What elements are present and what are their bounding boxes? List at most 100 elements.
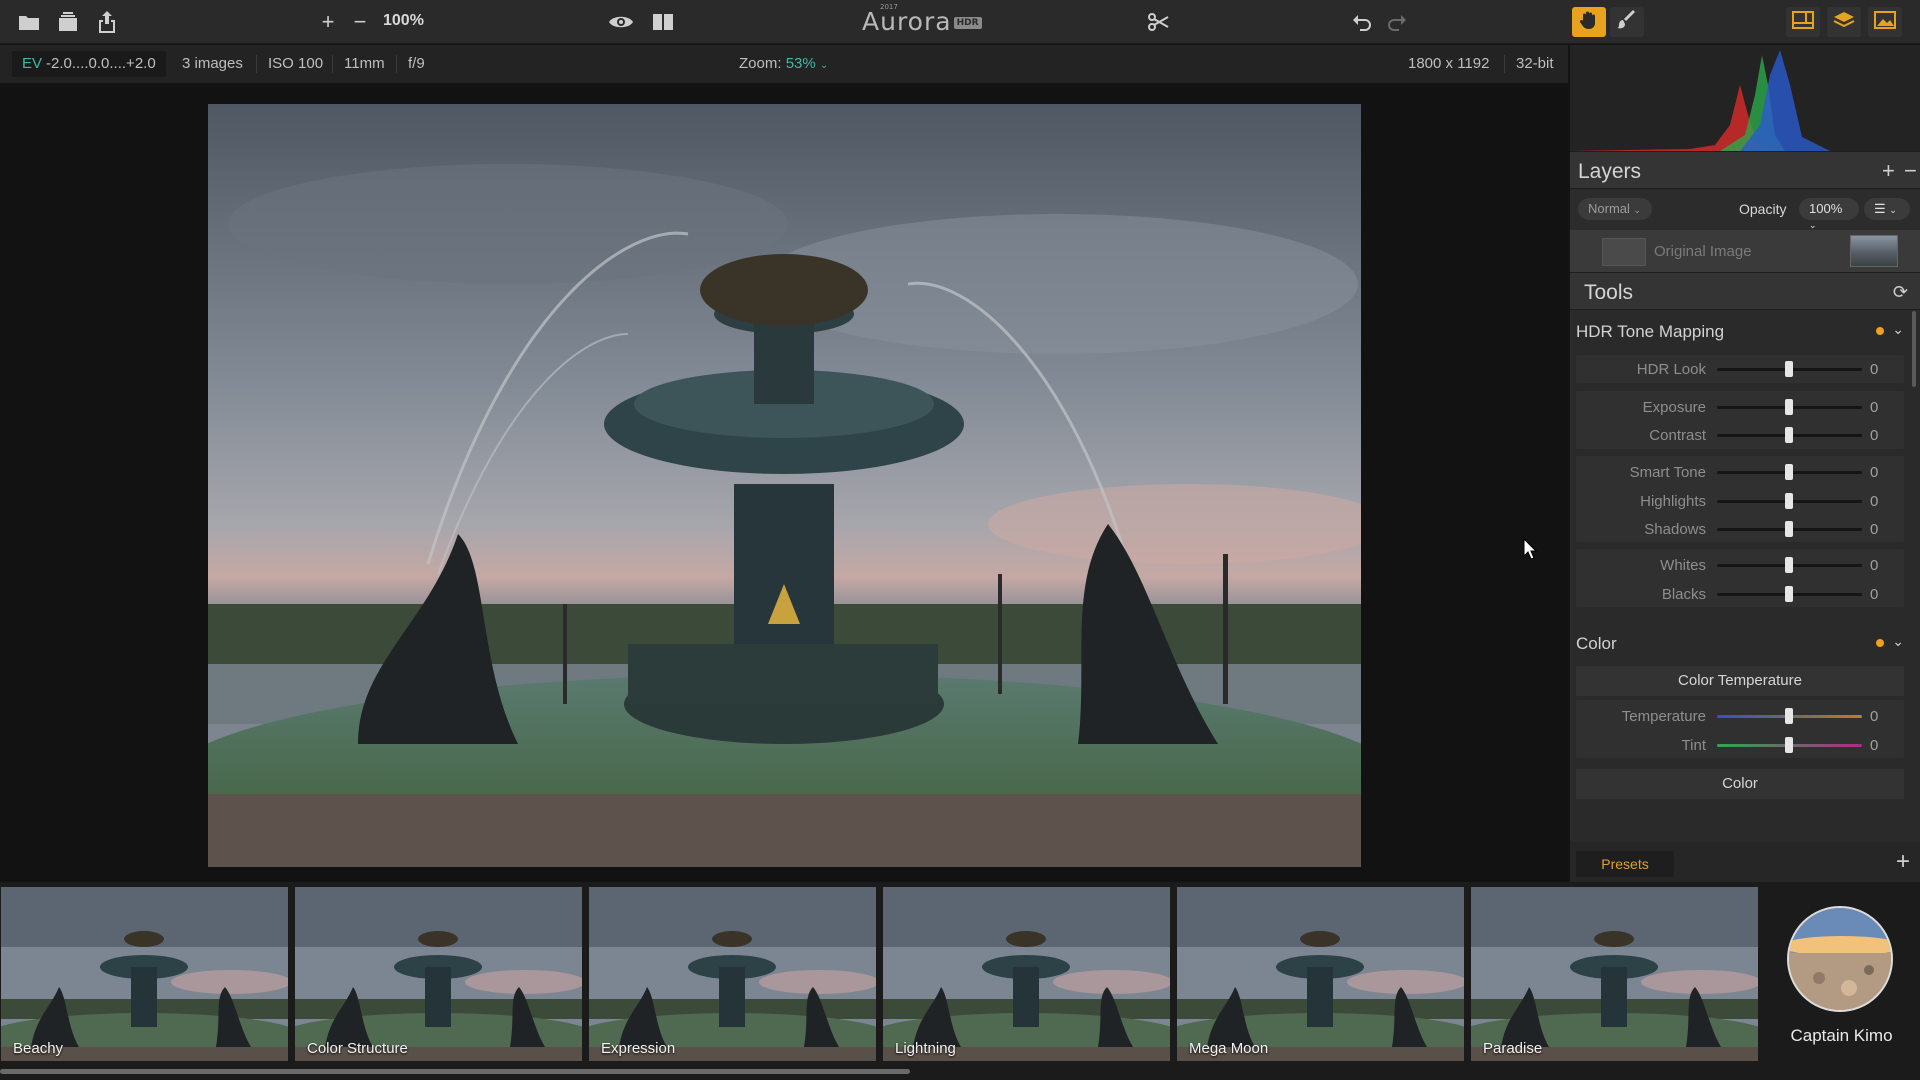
divider (256, 55, 257, 73)
app-window: + − 100% 2017 Aurora HDR EV -2.0....0.0.… (0, 0, 1920, 1080)
preset-label: Lightning (895, 1040, 956, 1057)
app-year: 2017 (880, 3, 898, 11)
slider-group: Whites 0 Blacks 0 (1576, 549, 1904, 607)
layers-stack-icon[interactable] (54, 8, 82, 36)
slider-exposure[interactable]: Exposure 0 (1576, 393, 1904, 421)
chevron-down-icon: ⌄ (1633, 205, 1642, 215)
group-hdr-tone-mapping[interactable]: HDR Tone Mapping ⌄ (1576, 311, 1908, 351)
active-indicator-icon (1876, 639, 1884, 647)
slider-handle[interactable] (1785, 708, 1793, 724)
right-panel: Layers + − Normal ⌄ Opacity 100% ⌄ ☰ ⌄ O… (1570, 45, 1920, 882)
image-canvas[interactable] (0, 84, 1568, 882)
slider-hdr-look[interactable]: HDR Look 0 (1576, 355, 1904, 383)
color-temperature-section[interactable]: Color Temperature (1576, 666, 1904, 696)
slider-handle[interactable] (1785, 464, 1793, 480)
layer-mask-thumbnail[interactable] (1602, 238, 1646, 266)
slider-handle[interactable] (1785, 399, 1793, 415)
export-icon[interactable] (93, 8, 121, 36)
slider-label: Exposure (1642, 399, 1706, 416)
slider-whites[interactable]: Whites 0 (1576, 551, 1904, 579)
slider-handle[interactable] (1785, 493, 1793, 509)
presets-bar: Presets + (1570, 842, 1920, 882)
slider-value[interactable]: 0 (1870, 464, 1878, 481)
slider-handle[interactable] (1785, 557, 1793, 573)
layer-menu-button[interactable]: ☰ ⌄ (1864, 198, 1910, 220)
image-panel-button[interactable] (1868, 7, 1902, 37)
chevron-down-icon[interactable]: ⌄ (1892, 321, 1904, 338)
brush-tool-button[interactable] (1610, 7, 1644, 37)
slider-label: Shadows (1644, 521, 1706, 538)
folder-icon[interactable] (15, 8, 43, 36)
tools-scroll-area[interactable]: HDR Tone Mapping ⌄ HDR Look 0 Exposure 0 (1570, 311, 1920, 851)
blend-mode-select[interactable]: Normal ⌄ (1578, 198, 1652, 220)
filmstrip-scrollbar[interactable] (0, 1069, 910, 1074)
layer-image-thumbnail[interactable] (1850, 235, 1898, 267)
slider-tint[interactable]: Tint 0 (1576, 731, 1904, 759)
slider-value[interactable]: 0 (1870, 493, 1878, 510)
slider-group: Exposure 0 Contrast 0 (1576, 391, 1904, 449)
slider-value[interactable]: 0 (1870, 737, 1878, 754)
slider-handle[interactable] (1785, 427, 1793, 443)
slider-value[interactable]: 0 (1870, 708, 1878, 725)
undo-icon[interactable] (1348, 8, 1376, 36)
tools-scrollbar[interactable] (1912, 311, 1916, 387)
redo-icon[interactable] (1383, 8, 1411, 36)
slider-value[interactable]: 0 (1870, 521, 1878, 538)
layout-toggle-button[interactable] (1786, 7, 1820, 37)
scissors-icon[interactable] (1145, 8, 1173, 36)
slider-handle[interactable] (1785, 586, 1793, 602)
preset-thumbnail[interactable]: Mega Moon (1177, 887, 1464, 1061)
brush-icon (1617, 9, 1637, 35)
divider (396, 55, 397, 73)
slider-value[interactable]: 0 (1870, 399, 1878, 416)
slider-blacks[interactable]: Blacks 0 (1576, 580, 1904, 608)
presets-filmstrip[interactable]: Beachy Color Structure Expression Lightning… (0, 882, 1920, 1080)
preset-pack-author[interactable]: Captain Kimo (1763, 882, 1920, 1072)
chevron-down-icon[interactable]: ⌄ (1892, 633, 1904, 650)
app-badge: HDR (953, 17, 982, 29)
ev-range-badge[interactable]: EV -2.0....0.0....+2.0 (12, 51, 166, 77)
slider-highlights[interactable]: Highlights 0 (1576, 487, 1904, 515)
group-color[interactable]: Color ⌄ (1576, 623, 1908, 663)
preset-thumbnail[interactable]: Lightning (883, 887, 1170, 1061)
main-photo[interactable] (208, 104, 1361, 867)
author-name: Captain Kimo (1790, 1026, 1893, 1045)
opacity-select[interactable]: 100% ⌄ (1799, 198, 1859, 230)
slider-temperature[interactable]: Temperature 0 (1576, 702, 1904, 730)
layers-panel-button[interactable] (1827, 7, 1861, 37)
slider-shadows[interactable]: Shadows 0 (1576, 515, 1904, 543)
eye-icon[interactable] (607, 8, 635, 36)
layer-item[interactable]: Original Image (1570, 230, 1920, 272)
layers-icon (1833, 11, 1855, 34)
slider-value[interactable]: 0 (1870, 586, 1878, 603)
zoom-level[interactable]: 100% (383, 12, 424, 30)
color-section[interactable]: Color (1576, 769, 1904, 799)
slider-handle[interactable] (1785, 521, 1793, 537)
preset-thumbnail[interactable]: Expression (589, 887, 876, 1061)
slider-value[interactable]: 0 (1870, 361, 1878, 378)
slider-smart-tone[interactable]: Smart Tone 0 (1576, 458, 1904, 486)
slider-handle[interactable] (1785, 361, 1793, 377)
sync-icon[interactable]: ⟳ (1893, 282, 1908, 303)
avatar[interactable] (1787, 906, 1893, 1012)
preset-thumbnail[interactable]: Beachy (1, 887, 288, 1061)
presets-tab[interactable]: Presets (1576, 851, 1674, 877)
image-info-bar: EV -2.0....0.0....+2.0 3 images ISO 100 1… (0, 45, 1568, 83)
zoom-control[interactable]: Zoom: 53% ⌄ (739, 55, 828, 72)
slider-contrast[interactable]: Contrast 0 (1576, 421, 1904, 449)
slider-handle[interactable] (1785, 737, 1793, 753)
preset-thumbnail[interactable]: Color Structure (295, 887, 582, 1061)
add-preset-button[interactable]: + (1896, 848, 1910, 876)
add-layer-button[interactable]: + (1882, 158, 1895, 184)
slider-label: Smart Tone (1629, 464, 1706, 481)
zoom-in-icon[interactable]: + (314, 8, 342, 36)
split-view-icon[interactable] (649, 8, 677, 36)
histogram (1570, 45, 1920, 151)
preset-thumbnail[interactable]: Paradise (1471, 887, 1758, 1061)
list-icon: ☰ (1874, 201, 1886, 216)
zoom-out-icon[interactable]: − (346, 8, 374, 36)
hand-tool-button[interactable] (1572, 7, 1606, 37)
slider-value[interactable]: 0 (1870, 557, 1878, 574)
remove-layer-button[interactable]: − (1904, 158, 1917, 184)
slider-value[interactable]: 0 (1870, 427, 1878, 444)
